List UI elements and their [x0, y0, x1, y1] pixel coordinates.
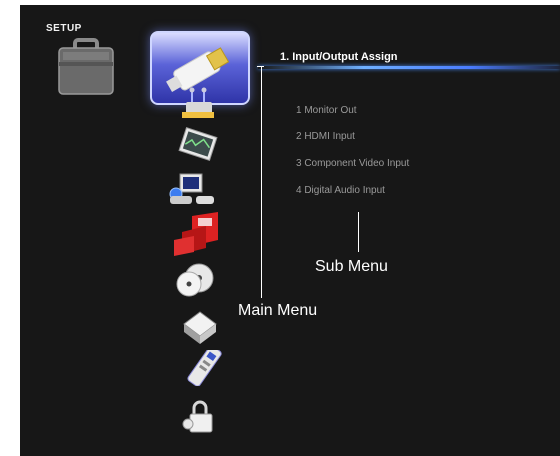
lock-icon[interactable]	[180, 398, 220, 434]
submenu-item-component-video-input[interactable]: 3 Component Video Input	[296, 158, 409, 169]
setup-title: SETUP	[46, 23, 82, 34]
toolbox-icon	[58, 38, 114, 95]
title-underline	[258, 66, 560, 69]
main-menu-callout-label: Main Menu	[238, 302, 318, 319]
main-menu-callout-line	[261, 66, 262, 298]
display-icon[interactable]	[178, 126, 218, 162]
sub-menu-callout-line	[358, 212, 359, 252]
video-game-icon[interactable]	[168, 170, 218, 210]
remote-control-icon[interactable]	[182, 350, 222, 386]
submenu-item-digital-audio-input[interactable]: 4 Digital Audio Input	[296, 185, 385, 196]
submenu-item-monitor-out[interactable]: 1 Monitor Out	[296, 105, 357, 116]
submenu-item-hdmi-input[interactable]: 2 HDMI Input	[296, 131, 355, 142]
cube-icon[interactable]	[180, 310, 220, 346]
sub-menu-callout-label: Sub Menu	[315, 258, 388, 275]
discs-icon[interactable]	[175, 262, 215, 298]
submenu-title: 1. Input/Output Assign	[280, 51, 398, 63]
network-icon[interactable]	[178, 86, 218, 122]
speaker-icon[interactable]	[172, 212, 222, 256]
